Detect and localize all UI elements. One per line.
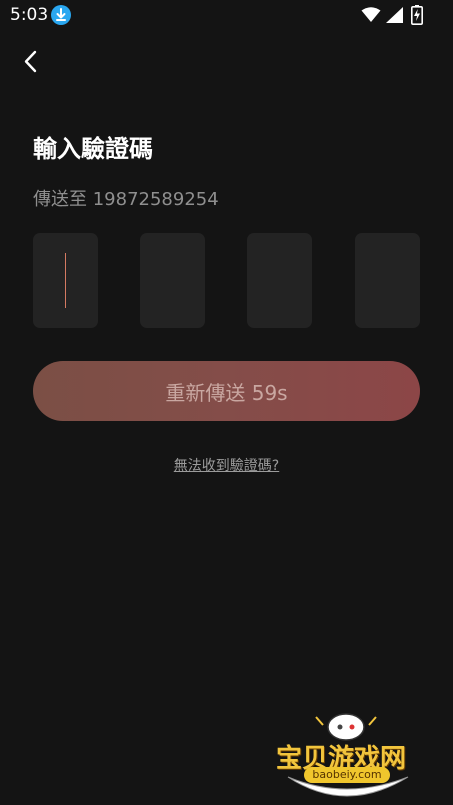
watermark-url: baobeiy.com <box>304 767 390 783</box>
signal-icon <box>386 7 404 27</box>
send-to-text: 傳送至 19872589254 <box>33 189 219 210</box>
battery-charging-icon <box>411 5 423 29</box>
code-box-3[interactable] <box>247 233 312 328</box>
cant-receive-code-link[interactable]: 無法收到驗證碼? <box>0 455 453 475</box>
chevron-left-icon <box>16 50 46 81</box>
code-box-1[interactable] <box>33 233 98 328</box>
code-box-4[interactable] <box>355 233 420 328</box>
wifi-icon <box>361 7 381 27</box>
text-caret <box>65 253 66 308</box>
download-icon <box>51 5 71 25</box>
code-box-2[interactable] <box>140 233 205 328</box>
status-time: 5:03 <box>10 5 49 25</box>
page-title: 輸入驗證碼 <box>33 135 153 163</box>
code-input-group <box>33 233 420 328</box>
watermark-logo: 宝贝游戏网 baobeiy.com <box>268 705 433 805</box>
resend-button[interactable]: 重新傳送 59s <box>33 361 420 421</box>
back-button[interactable] <box>16 47 46 77</box>
status-bar: 5:03 <box>0 0 453 32</box>
